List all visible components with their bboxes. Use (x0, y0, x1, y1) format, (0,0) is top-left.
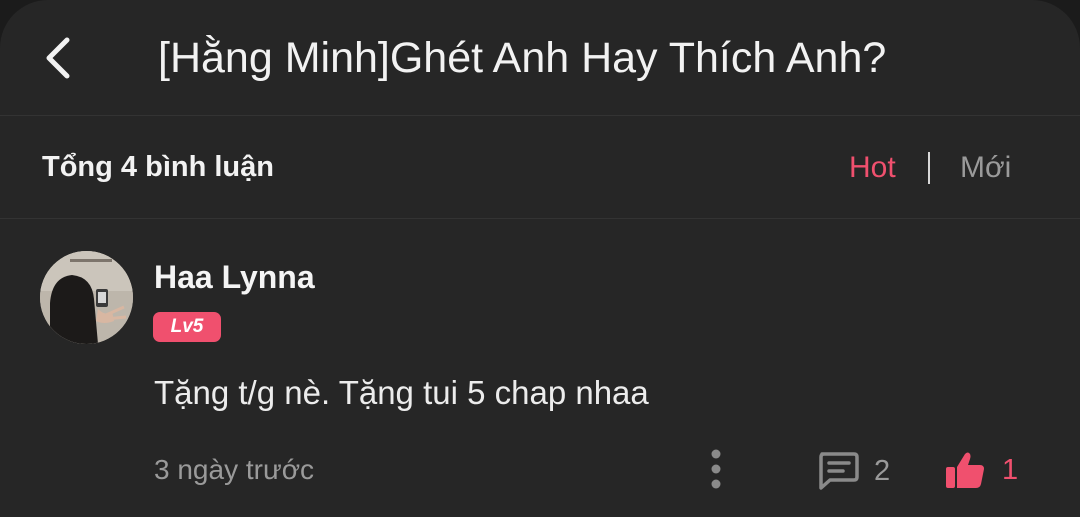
avatar-image (40, 251, 133, 344)
chevron-left-icon (46, 37, 70, 79)
avatar[interactable] (40, 251, 133, 344)
reply-button[interactable]: 2 (816, 449, 890, 493)
back-button[interactable] (30, 28, 86, 88)
more-vertical-icon (711, 449, 721, 489)
page-title: [Hằng Minh]Ghét Anh Hay Thích Anh? (158, 34, 887, 82)
sort-divider (928, 152, 930, 184)
like-count: 1 (1002, 453, 1019, 486)
level-badge: Lv5 (153, 312, 221, 342)
comment-count-label: Tổng 4 bình luận (42, 151, 274, 183)
reply-count: 2 (874, 454, 891, 487)
comment-text: Tặng t/g nè. Tặng tui 5 chap nhaa (154, 374, 649, 411)
comment-timestamp: 3 ngày trước (154, 454, 315, 485)
comment-icon (819, 452, 859, 490)
thumbs-up-icon (946, 452, 984, 488)
top-bar: [Hằng Minh]Ghét Anh Hay Thích Anh? (0, 0, 1080, 116)
username[interactable]: Haa Lynna (154, 259, 315, 296)
sort-new-tab[interactable]: Mới (960, 151, 1011, 185)
comment-item: Haa Lynna Lv5 Tặng t/g nè. Tặng tui 5 ch… (0, 219, 1080, 517)
more-options-button[interactable] (700, 447, 732, 491)
like-button[interactable]: 1 (944, 447, 1018, 493)
comments-panel: [Hằng Minh]Ghét Anh Hay Thích Anh? Tổng … (0, 0, 1080, 517)
sort-hot-tab[interactable]: Hot (849, 151, 896, 185)
comments-header: Tổng 4 bình luận Hot Mới (0, 116, 1080, 219)
